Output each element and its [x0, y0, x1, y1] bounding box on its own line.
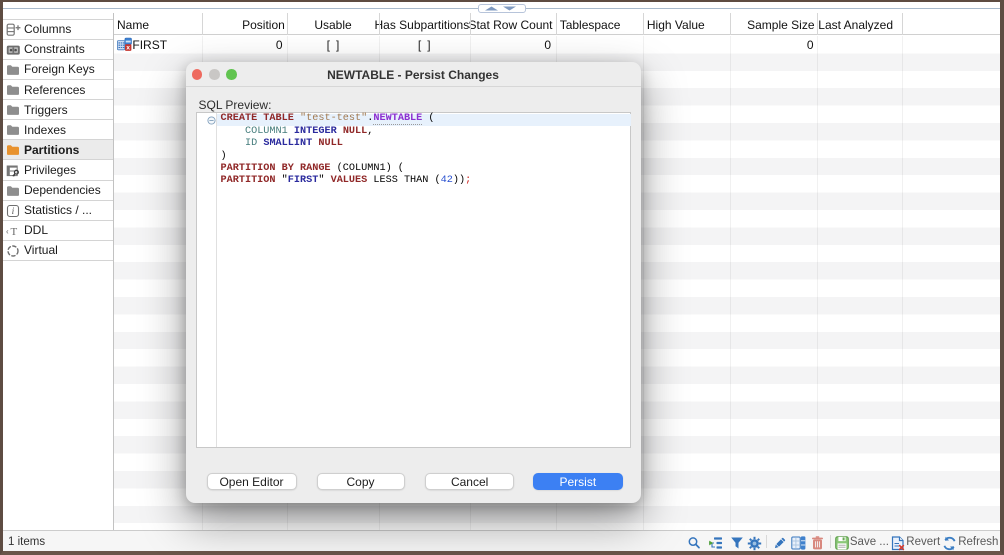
svg-text:T: T [11, 226, 18, 238]
svg-text:x: x [126, 44, 130, 51]
svg-text:i: i [12, 207, 15, 217]
svg-text:‹: ‹ [6, 227, 9, 236]
